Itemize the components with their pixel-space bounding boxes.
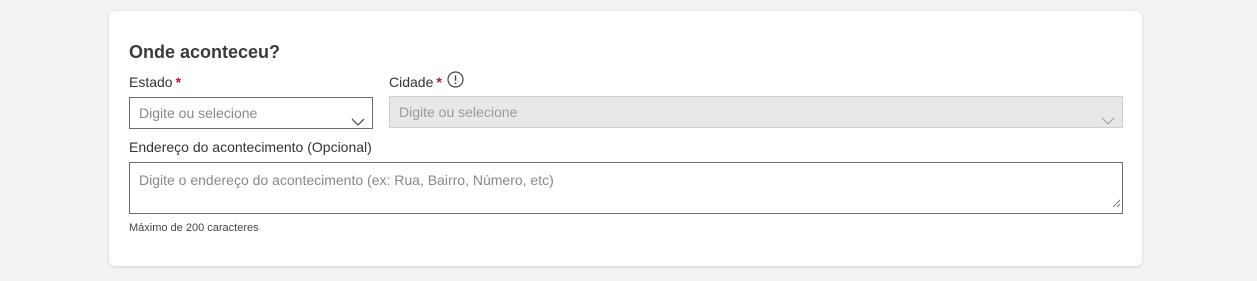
cidade-label-text: Cidade bbox=[389, 74, 434, 90]
cidade-select[interactable]: Digite ou selecione bbox=[389, 96, 1123, 128]
chevron-down-icon bbox=[1101, 106, 1115, 137]
estado-required-mark: * bbox=[175, 74, 182, 90]
endereco-textarea[interactable]: Digite o endereço do acontecimento (ex: … bbox=[129, 162, 1123, 214]
endereco-hint: Máximo de 200 caracteres bbox=[129, 222, 259, 234]
estado-label: Estado * bbox=[129, 73, 181, 91]
resize-handle-icon[interactable] bbox=[1112, 194, 1121, 212]
cidade-label: Cidade * bbox=[389, 71, 464, 92]
cidade-placeholder: Digite ou selecione bbox=[399, 104, 518, 120]
chevron-down-icon bbox=[351, 107, 365, 138]
estado-label-text: Estado bbox=[129, 74, 173, 90]
endereco-placeholder: Digite o endereço do acontecimento (ex: … bbox=[139, 172, 554, 188]
cidade-required-mark: * bbox=[436, 74, 442, 90]
estado-select[interactable]: Digite ou selecione bbox=[129, 97, 373, 129]
location-card: Onde aconteceu? Estado * Digite ou seleci… bbox=[109, 11, 1142, 266]
endereco-label: Endereço do acontecimento (Opcional) bbox=[129, 139, 372, 155]
info-circle-icon[interactable] bbox=[447, 71, 464, 92]
section-title: Onde aconteceu? bbox=[129, 42, 281, 62]
estado-placeholder: Digite ou selecione bbox=[139, 105, 258, 121]
